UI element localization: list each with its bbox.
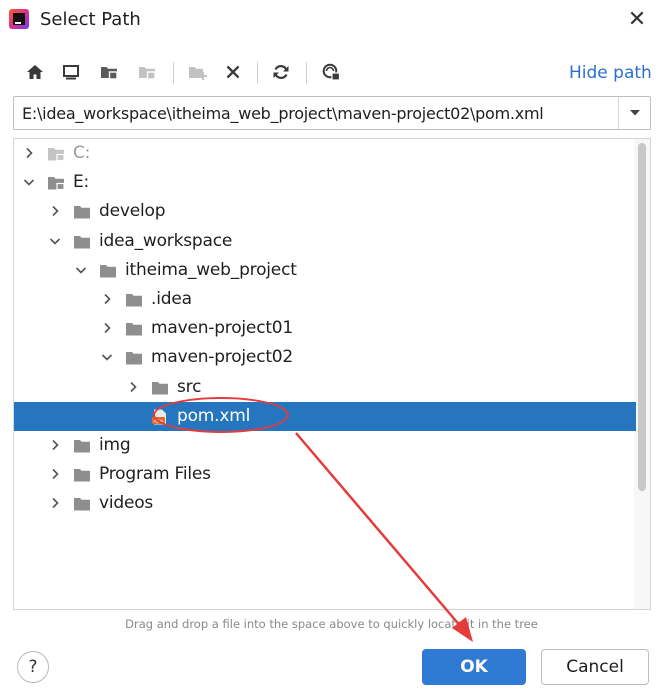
drive-icon [47,146,65,162]
folder-icon [151,380,169,396]
hide-path-link[interactable]: Hide path [569,61,652,85]
chevron-right-icon[interactable] [48,496,62,510]
toolbar-separator [173,62,174,84]
maven-pom-file-icon: </> [151,409,169,425]
folder-icon [73,467,91,483]
tree-folder-row[interactable]: E: [14,168,650,197]
folder-icon [125,321,143,337]
toolbar-separator [306,62,307,84]
tree-item-label: maven-project01 [151,318,294,339]
refresh-icon[interactable] [268,58,294,86]
cancel-button[interactable]: Cancel [541,649,649,685]
tree-item-label: itheima_web_project [125,259,297,280]
tree-item-label: pom.xml [177,405,251,426]
tree-folder-row[interactable]: src [14,373,650,402]
home-icon[interactable] [22,58,48,86]
tree-item-label: img [99,435,131,455]
tree-item-label: Program Files [99,464,211,485]
toolbar-separator [257,62,258,84]
tree-item-label: maven-project02 [151,347,294,368]
folder-icon [73,496,91,512]
path-input[interactable] [14,97,614,129]
tree-item-label: videos [99,493,154,514]
chevron-down-icon[interactable] [100,350,114,364]
chevron-right-icon[interactable] [48,438,62,452]
tree-folder-row[interactable]: videos [14,489,650,518]
title-bar: Select Path ✕ [0,0,663,44]
tree-folder-row[interactable]: img [14,431,650,460]
chevron-right-icon[interactable] [22,146,36,160]
drag-drop-hint: Drag and drop a file into the space abov… [125,617,538,631]
desktop-icon[interactable] [58,58,84,86]
folder-icon [125,350,143,366]
dialog-title: Select Path [40,9,141,30]
tree-item-label: .idea [151,289,192,309]
tree-folder-row[interactable]: C: [14,139,650,168]
tree-folder-row[interactable]: .idea [14,285,650,314]
tree-folder-row[interactable]: maven-project02 [14,343,650,372]
ok-button[interactable]: OK [422,649,526,685]
tree-item-label: E: [73,172,90,193]
folder-icon [99,263,117,279]
toolbar: Hide path [0,56,663,90]
help-button[interactable]: ? [17,651,49,683]
tree-item-label: C: [73,143,91,163]
tree-folder-row[interactable]: Program Files [14,460,650,489]
drive-icon [47,175,65,191]
tree-file-row[interactable]: </> pom.xml [14,401,636,431]
tree-folder-row[interactable]: itheima_web_project [14,256,650,285]
project-folder-icon[interactable] [96,58,122,86]
chevron-right-icon[interactable] [48,204,62,218]
intellij-app-icon [9,9,29,29]
folder-icon [73,438,91,454]
tree-folder-row[interactable]: maven-project01 [14,314,650,343]
chevron-right-icon[interactable] [100,292,114,306]
chevron-down-icon[interactable] [74,263,88,277]
folder-icon [73,234,91,250]
module-folder-icon[interactable] [134,58,160,86]
tree-item-label: develop [99,201,166,222]
folder-icon [73,204,91,220]
close-button[interactable]: ✕ [624,6,650,34]
folder-icon [125,292,143,308]
svg-text:</>: </> [153,419,164,425]
file-tree[interactable]: C: E: develop idea_workspace itheima_web_pro… [13,138,651,610]
tree-item-label: src [177,376,202,397]
chevron-right-icon[interactable] [48,467,62,481]
path-combobox [13,96,651,130]
chevron-right-icon[interactable] [126,380,140,394]
chevron-right-icon[interactable] [100,321,114,335]
tree-folder-row[interactable]: develop [14,197,650,226]
chevron-down-icon [629,110,640,116]
tree-folder-row[interactable]: idea_workspace [14,227,650,256]
path-history-dropdown[interactable] [618,97,650,129]
chevron-down-icon[interactable] [22,175,36,189]
delete-icon[interactable] [220,58,246,86]
chevron-down-icon[interactable] [48,234,62,248]
new-folder-icon[interactable] [184,58,210,86]
tree-item-label: idea_workspace [99,230,233,251]
show-hidden-icon[interactable] [318,58,344,86]
